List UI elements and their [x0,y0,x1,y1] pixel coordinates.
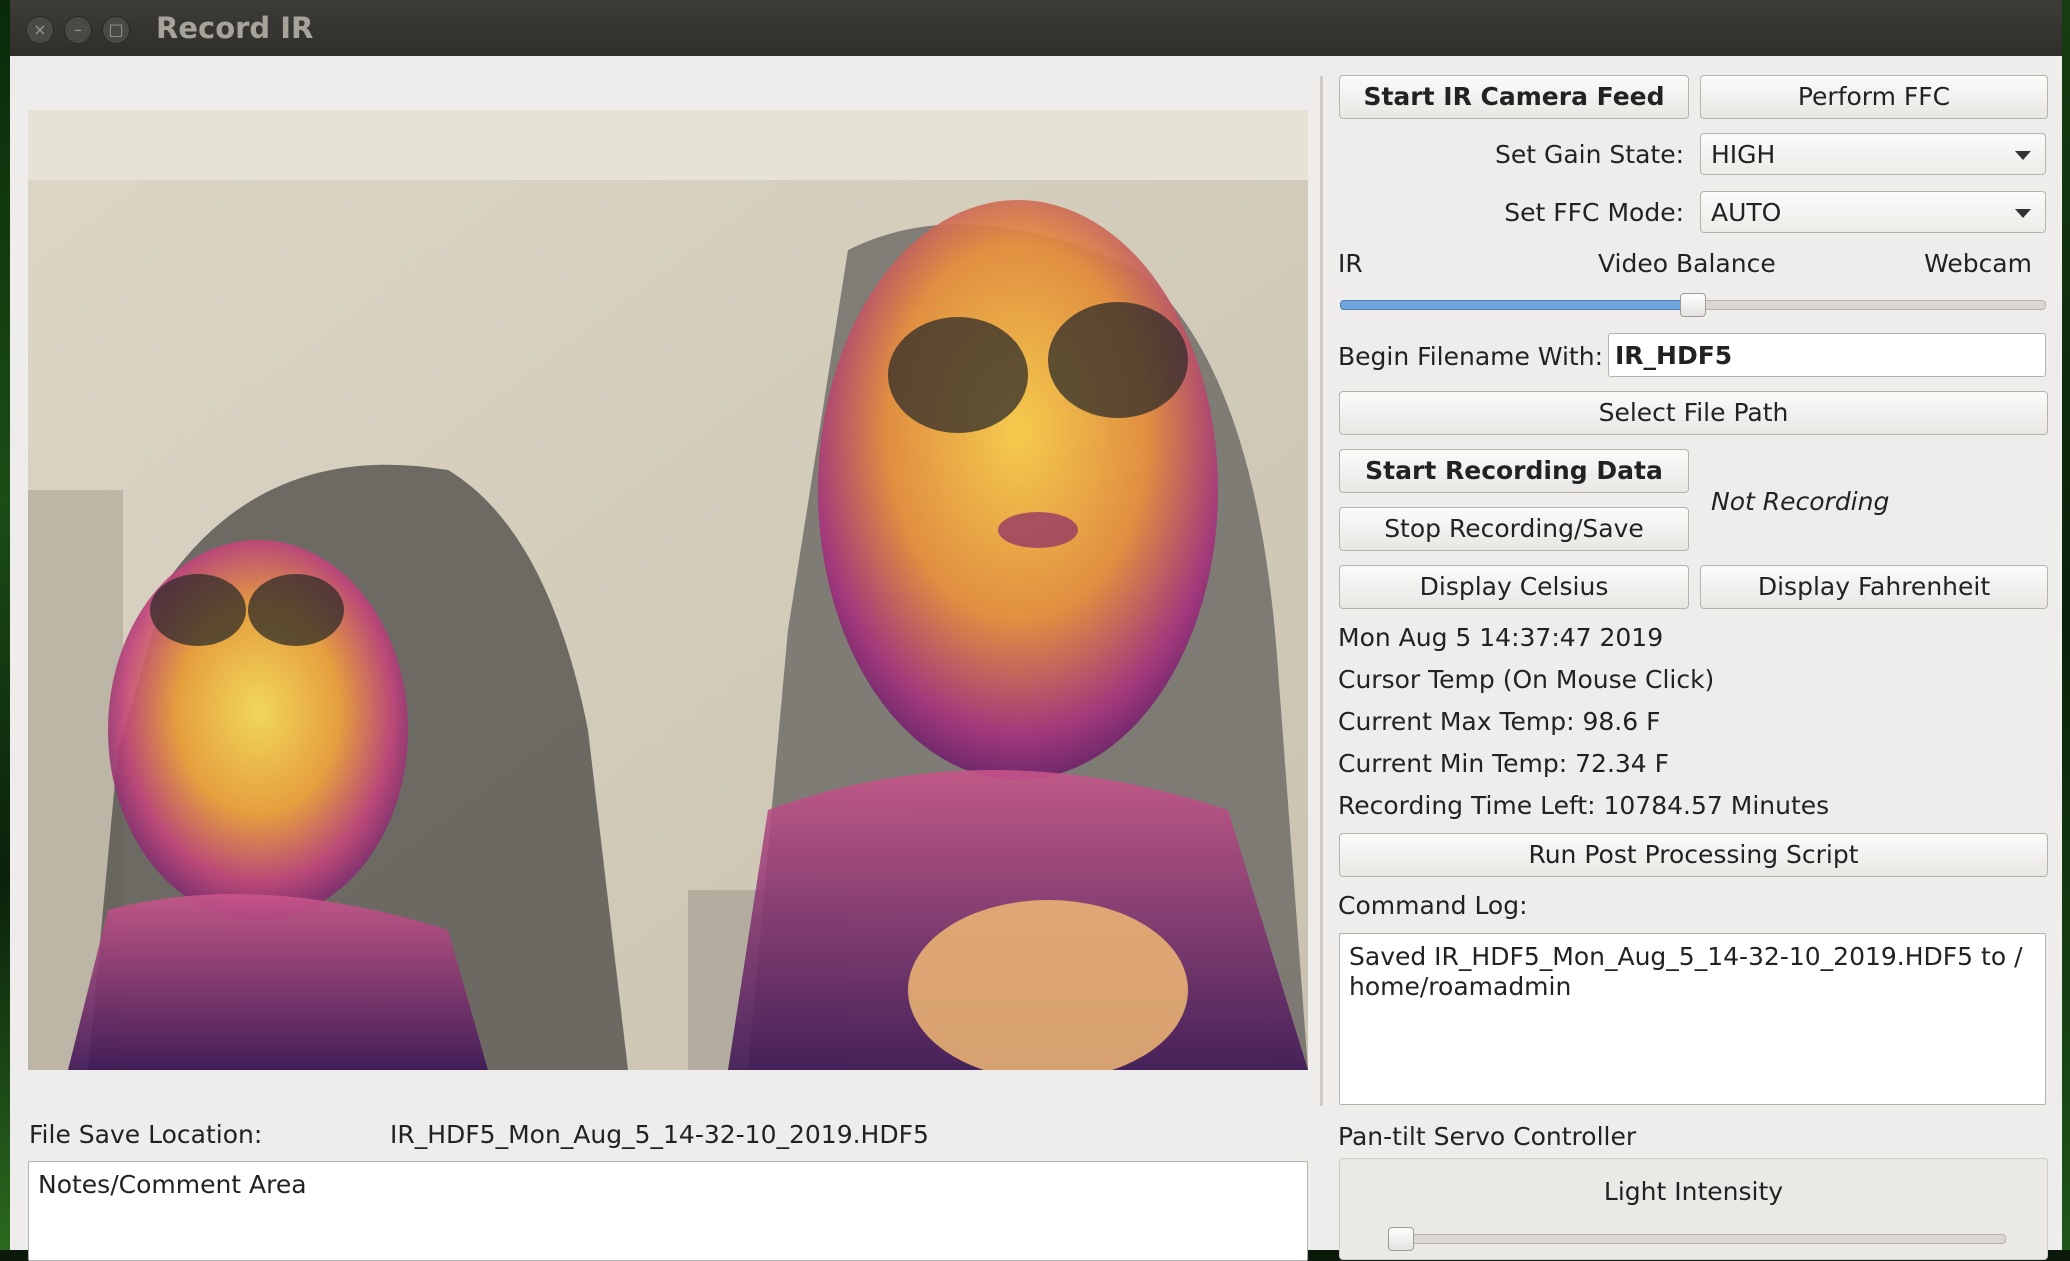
video-frame [28,110,1308,1070]
servo-group: Light Intensity [1339,1158,2048,1260]
notes-area[interactable]: Notes/Comment Area [28,1161,1308,1261]
app-window: × – □ Record IR Start IR Camera Feed Per… [10,0,2062,1261]
ffc-mode-select[interactable]: AUTO [1700,191,2046,233]
slider-fill [1340,300,1694,310]
recording-status: Not Recording [1711,487,1890,516]
panel-divider [1320,76,1323,1106]
video-balance-label: Video Balance [1598,249,1776,278]
start-ir-feed-button[interactable]: Start IR Camera Feed [1339,75,1689,119]
gain-state-label: Set Gain State: [1494,140,1684,169]
filename-input[interactable]: IR_HDF5 [1608,333,2046,377]
balance-ir-label: IR [1338,249,1363,278]
stop-recording-button[interactable]: Stop Recording/Save [1339,507,1689,551]
select-file-path-button[interactable]: Select File Path [1339,391,2048,435]
video-feed[interactable] [28,110,1308,1070]
start-recording-button[interactable]: Start Recording Data [1339,449,1689,493]
chevron-down-icon [2015,151,2031,160]
slider-handle[interactable] [1388,1227,1414,1251]
window-title: Record IR [156,11,314,45]
cursor-temp-readout: Cursor Temp (On Mouse Click) [1338,665,1715,694]
servo-controller-label: Pan-tilt Servo Controller [1338,1122,1637,1151]
perform-ffc-button[interactable]: Perform FFC [1700,75,2048,119]
file-save-location-label: File Save Location: [29,1120,263,1149]
close-icon[interactable]: × [26,16,54,44]
minimize-icon[interactable]: – [64,16,92,44]
chevron-down-icon [2015,209,2031,218]
file-save-location-value: IR_HDF5_Mon_Aug_5_14-32-10_2019.HDF5 [390,1120,929,1149]
gain-state-value: HIGH [1711,140,1776,169]
title-bar: × – □ Record IR [10,0,2062,56]
light-intensity-label: Light Intensity [1603,1177,1784,1206]
slider-handle[interactable] [1680,293,1706,317]
gain-state-select[interactable]: HIGH [1700,133,2046,175]
recording-time-left: Recording Time Left: 10784.57 Minutes [1338,791,1830,820]
min-temp-readout: Current Min Temp: 72.34 F [1338,749,1670,778]
display-fahrenheit-button[interactable]: Display Fahrenheit [1700,565,2048,609]
max-temp-readout: Current Max Temp: 98.6 F [1338,707,1661,736]
display-celsius-button[interactable]: Display Celsius [1339,565,1689,609]
ffc-mode-value: AUTO [1711,198,1782,227]
slider-groove [1388,1234,2006,1244]
command-log[interactable]: Saved IR_HDF5_Mon_Aug_5_14-32-10_2019.HD… [1339,933,2046,1105]
maximize-icon[interactable]: □ [102,16,130,44]
balance-webcam-label: Webcam [1924,249,2032,278]
command-log-label: Command Log: [1338,891,1528,920]
filename-label: Begin Filename With: [1338,342,1604,371]
post-processing-button[interactable]: Run Post Processing Script [1339,833,2048,877]
datetime-readout: Mon Aug 5 14:37:47 2019 [1338,623,1664,652]
ffc-mode-label: Set FFC Mode: [1504,198,1684,227]
